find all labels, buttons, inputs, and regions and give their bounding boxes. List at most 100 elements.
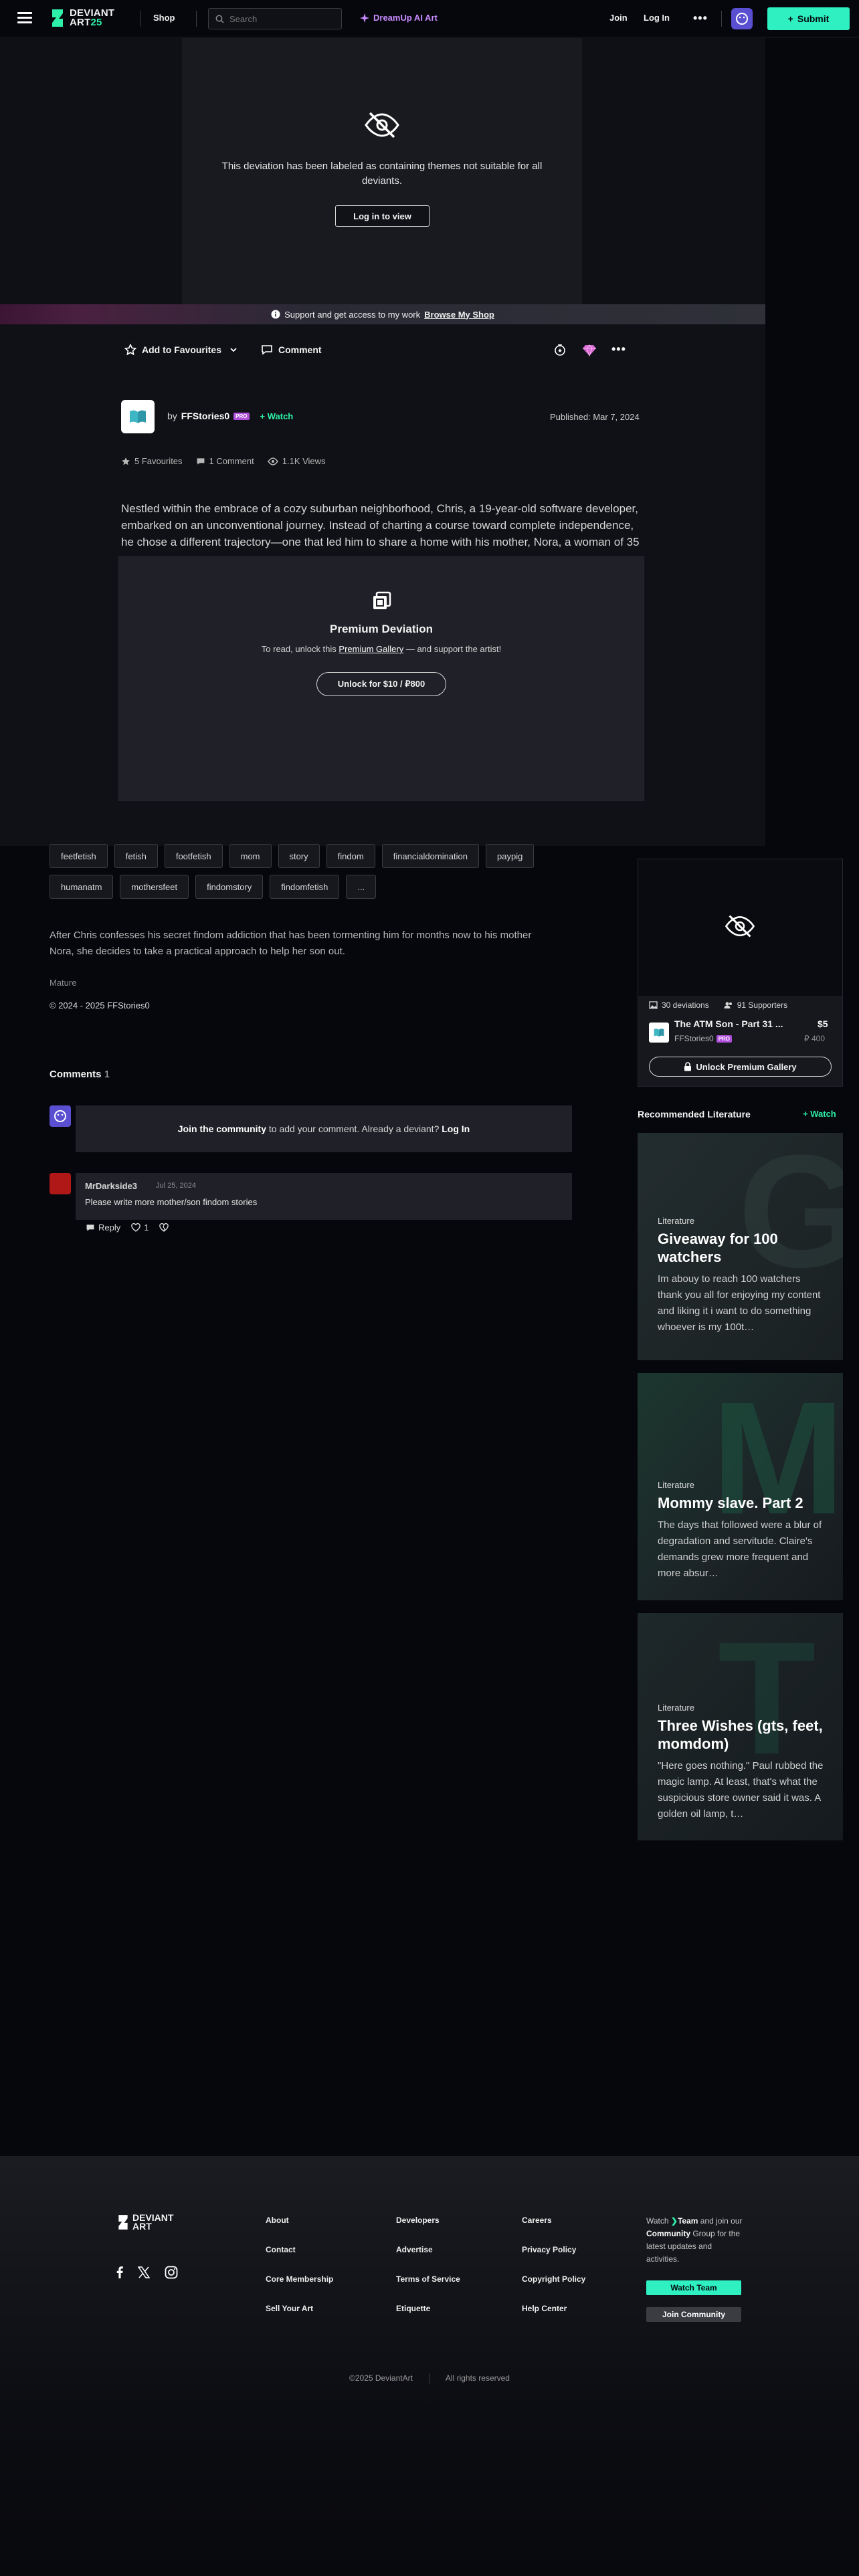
gem-gift-icon[interactable] (582, 342, 597, 357)
login-to-view-button[interactable]: Log in to view (335, 205, 430, 227)
unlock-button[interactable]: Unlock for $10 / ₽800 (316, 672, 446, 696)
footer-column-2: Developers Advertise Terms of Service Et… (396, 2216, 460, 2333)
eye-icon (267, 457, 278, 465)
search-box[interactable] (208, 8, 342, 29)
submit-button[interactable]: + Submit (767, 7, 850, 30)
author-avatar[interactable] (121, 400, 155, 433)
footer-link-copyright[interactable]: Copyright Policy (522, 2274, 585, 2304)
eye-hidden-icon (365, 112, 399, 138)
gallery-author-name[interactable]: FFStories0 (674, 1034, 714, 1043)
comment-icon (262, 345, 272, 355)
footer-link-advertise[interactable]: Advertise (396, 2245, 460, 2274)
recommended-card[interactable]: G Literature Giveaway for 100 watchers I… (638, 1133, 843, 1360)
card-category: Literature (658, 1480, 694, 1490)
tag-findomstory[interactable]: findomstory (195, 875, 264, 899)
comment-actions: Reply 1 (86, 1222, 169, 1232)
badge-icon[interactable] (553, 342, 567, 357)
footer-link-sell-your-art[interactable]: Sell Your Art (266, 2304, 333, 2333)
recommended-watch-label: Watch (810, 1109, 836, 1119)
tag-feetfetish[interactable]: feetfetish (50, 844, 108, 868)
search-input[interactable] (229, 13, 330, 24)
recommended-card[interactable]: T Literature Three Wishes (gts, feet, mo… (638, 1613, 843, 1840)
mature-content-overlay: This deviation has been labeled as conta… (182, 38, 582, 304)
join-link[interactable]: Join (609, 13, 628, 23)
footer-link-contact[interactable]: Contact (266, 2245, 333, 2274)
tag-footfetish[interactable]: footfetish (164, 844, 223, 868)
add-to-favourites-button[interactable]: Add to Favourites (124, 344, 221, 356)
search-icon (215, 15, 224, 23)
star-icon (124, 344, 136, 356)
shop-banner-text: Support and get access to my work (284, 309, 421, 320)
deviation-viewer: This deviation has been labeled as conta… (0, 38, 765, 304)
recommended-card[interactable]: M Literature Mommy slave. Part 2 The day… (638, 1373, 843, 1600)
unlock-premium-gallery-button[interactable]: Unlock Premium Gallery (649, 1057, 832, 1077)
card-category: Literature (658, 1703, 694, 1713)
card-title: Giveaway for 100 watchers (658, 1230, 778, 1265)
menu-icon[interactable] (17, 12, 32, 24)
premium-gallery-card: 30 deviations 91 Supporters The ATM Son … (638, 859, 843, 1087)
dreamup-link[interactable]: DreamUp AI Art (360, 13, 438, 23)
premium-title: Premium Deviation (330, 623, 433, 635)
comment-icon (197, 457, 204, 465)
browse-shop-link[interactable]: Browse My Shop (424, 310, 494, 320)
gallery-preview-image[interactable] (638, 859, 842, 996)
login-link[interactable]: Log In (644, 13, 670, 23)
tag-financialdomination[interactable]: financialdomination (381, 844, 479, 868)
community-label: Community (646, 2229, 690, 2238)
tag-findomfetish[interactable]: findomfetish (270, 875, 340, 899)
recommended-watch-button[interactable]: + Watch (803, 1109, 836, 1119)
card-excerpt: The days that followed were a blur of de… (658, 1519, 822, 1579)
deviantart-logo[interactable]: DEVIANT ART25 (50, 8, 114, 28)
join-community-button[interactable]: Join Community (646, 2307, 741, 2322)
tag-humanatm[interactable]: humanatm (50, 875, 114, 899)
plus-icon: + (787, 13, 793, 24)
premium-gallery-link[interactable]: Premium Gallery (339, 644, 403, 654)
comment-button[interactable]: Comment (261, 344, 322, 356)
deviation-actions: Add to Favourites Comment ••• (124, 340, 633, 361)
tag-mothersfeet[interactable]: mothersfeet (120, 875, 189, 899)
footer-link-terms[interactable]: Terms of Service (396, 2274, 460, 2304)
watch-team-button[interactable]: Watch Team (646, 2280, 741, 2295)
guest-avatar[interactable] (731, 8, 753, 29)
gallery-author: FFStories0 PRO (674, 1034, 733, 1043)
facebook-icon[interactable] (116, 2266, 123, 2278)
tag-paypig[interactable]: paypig (486, 844, 535, 868)
instagram-icon[interactable] (165, 2266, 178, 2279)
footer-logo[interactable]: DEVIANT ART (116, 2213, 173, 2231)
footer-link-privacy[interactable]: Privacy Policy (522, 2245, 585, 2274)
like-button[interactable]: 1 (131, 1222, 149, 1232)
tag-findom[interactable]: findom (326, 844, 375, 868)
gallery-thumbnail[interactable] (649, 1023, 669, 1043)
more-menu-icon[interactable]: ••• (693, 11, 708, 25)
reply-button[interactable]: Reply (86, 1222, 120, 1232)
gallery-price: $5 (818, 1018, 828, 1029)
more-options-icon[interactable]: ••• (611, 342, 626, 356)
premium-deviation-panel: Premium Deviation To read, unlock this P… (119, 557, 644, 800)
unlock-gallery-label: Unlock Premium Gallery (696, 1061, 797, 1072)
footer-link-developers[interactable]: Developers (396, 2216, 460, 2245)
divider (721, 11, 722, 27)
footer-link-about[interactable]: About (266, 2216, 333, 2245)
tag-fetish[interactable]: fetish (114, 844, 158, 868)
more-tags-button[interactable]: ... (346, 875, 377, 899)
chevron-down-icon[interactable] (229, 345, 238, 354)
shop-link[interactable]: Shop (153, 13, 175, 23)
recommended-heading: Recommended Literature (638, 1109, 751, 1119)
dislike-button[interactable] (159, 1223, 169, 1232)
comment-login-link[interactable]: Log In (442, 1123, 470, 1134)
footer-link-core-membership[interactable]: Core Membership (266, 2274, 333, 2304)
x-twitter-icon[interactable] (138, 2266, 150, 2278)
tag-mom[interactable]: mom (229, 844, 272, 868)
footer-link-careers[interactable]: Careers (522, 2216, 585, 2245)
footer-link-etiquette[interactable]: Etiquette (396, 2304, 460, 2333)
watch-author-button[interactable]: + Watch (260, 411, 294, 421)
join-community-link[interactable]: Join the community (178, 1123, 266, 1134)
commenter-avatar[interactable] (50, 1173, 71, 1194)
author-name-link[interactable]: FFStories0 (181, 411, 229, 421)
commenter-name[interactable]: MrDarkside3 (85, 1181, 137, 1191)
footer-column-3: Careers Privacy Policy Copyright Policy … (522, 2216, 585, 2333)
tag-story[interactable]: story (278, 844, 320, 868)
gallery-title-link[interactable]: The ATM Son - Part 31 ... (674, 1018, 808, 1029)
divider (196, 11, 197, 27)
footer-link-help-center[interactable]: Help Center (522, 2304, 585, 2333)
